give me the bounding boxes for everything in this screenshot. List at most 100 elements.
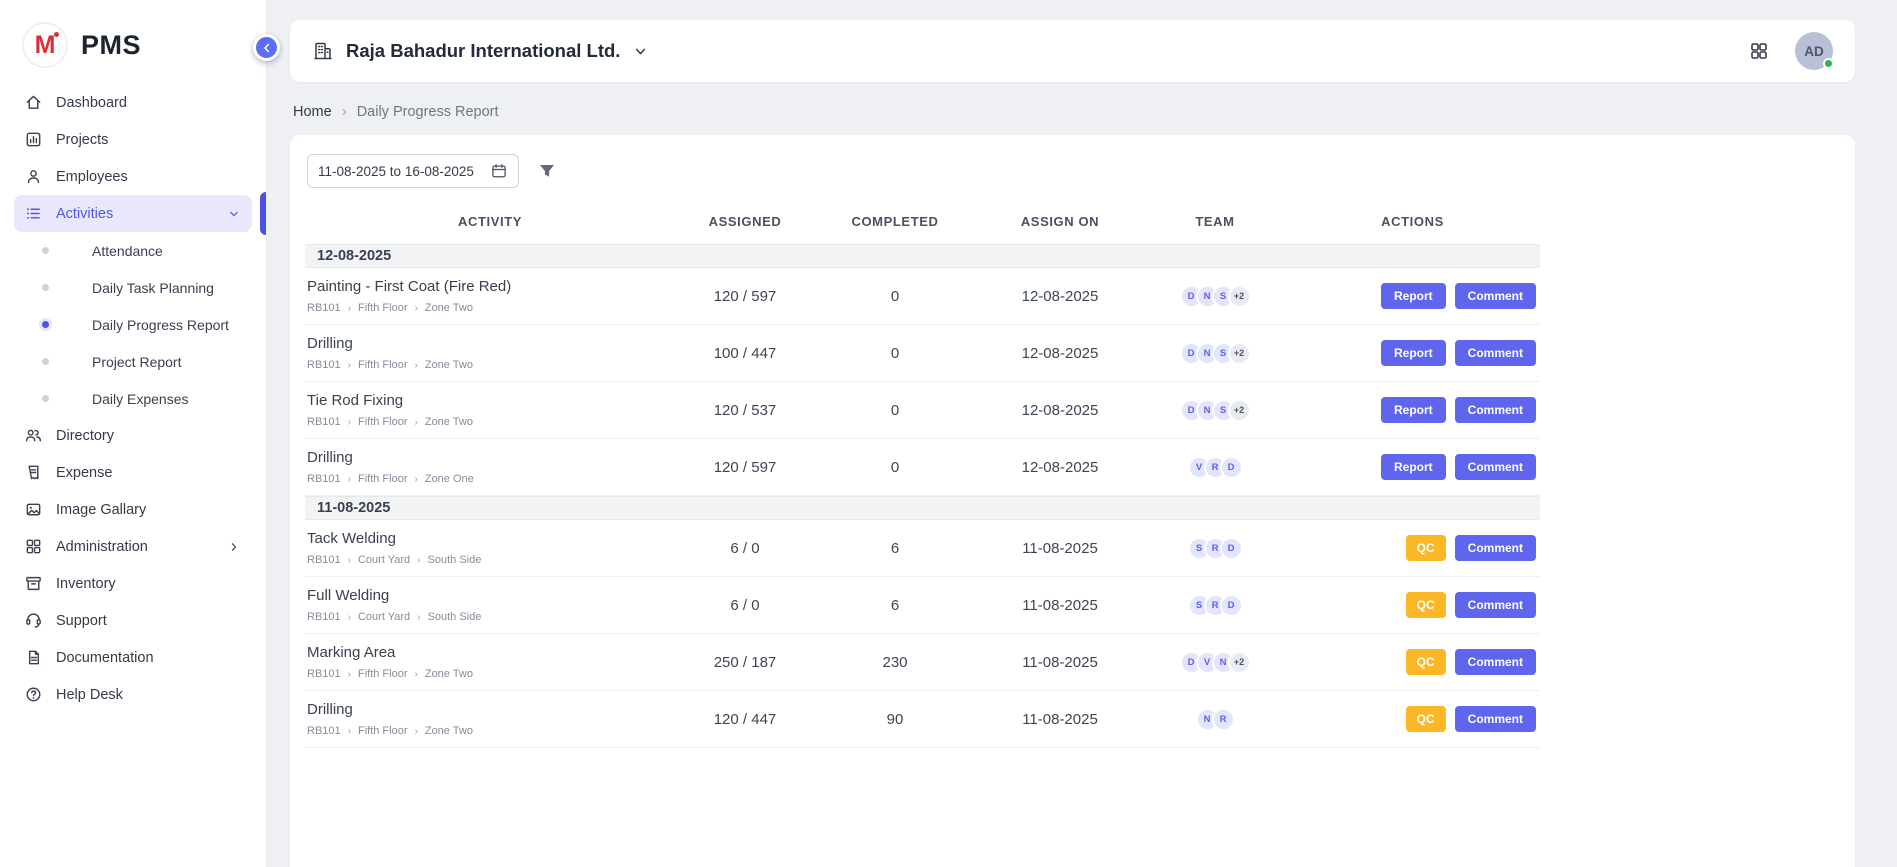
chevron-left-icon xyxy=(260,41,274,55)
path-segment: RB101 xyxy=(307,554,341,566)
sidebar-item-image-gallery[interactable]: Image Gallary xyxy=(14,491,252,528)
app-name: PMS xyxy=(81,30,141,61)
sidebar-item-support[interactable]: Support xyxy=(14,602,252,639)
comment-button[interactable]: Comment xyxy=(1455,454,1536,480)
grid-icon xyxy=(24,537,43,556)
activity-path: RB101›Fifth Floor›Zone Two xyxy=(307,359,669,371)
comment-button[interactable]: Comment xyxy=(1455,283,1536,309)
avatar[interactable]: AD xyxy=(1795,32,1833,70)
sidebar-item-help-desk[interactable]: Help Desk xyxy=(14,676,252,713)
chevron-right-icon: › xyxy=(415,474,418,485)
sidebar-item-activities[interactable]: Activities xyxy=(14,195,252,232)
company-name: Raja Bahadur International Ltd. xyxy=(346,40,620,62)
sidebar-collapse-button[interactable] xyxy=(253,34,280,61)
table-header-row: ACTIVITYASSIGNEDCOMPLETEDASSIGN ONTEAMAC… xyxy=(305,198,1540,244)
sidebar-subitem-daily-expenses[interactable]: Daily Expenses xyxy=(14,380,252,417)
sidebar-subitem-project-report[interactable]: Project Report xyxy=(14,343,252,380)
directory-icon xyxy=(24,426,43,445)
assign-on-value: 11-08-2025 xyxy=(975,711,1145,728)
sidebar-item-label: Inventory xyxy=(56,576,242,592)
report-button[interactable]: Report xyxy=(1381,283,1446,309)
comment-button[interactable]: Comment xyxy=(1455,706,1536,732)
chevron-right-icon: › xyxy=(417,612,420,623)
actions-cell: QC Comment xyxy=(1285,592,1540,618)
comment-button[interactable]: Comment xyxy=(1455,649,1536,675)
report-button[interactable]: Report xyxy=(1381,454,1446,480)
report-button[interactable]: Report xyxy=(1381,397,1446,423)
sidebar-item-dashboard[interactable]: Dashboard xyxy=(14,84,252,121)
logo: M PMS xyxy=(0,0,266,84)
chevron-right-icon: › xyxy=(415,417,418,428)
team-cell: SRD xyxy=(1145,537,1285,560)
apps-grid-icon[interactable] xyxy=(1749,41,1769,61)
actions-cell: Report Comment xyxy=(1285,397,1540,423)
activity-row: Full Welding RB101›Court Yard›South Side… xyxy=(305,577,1540,634)
activity-cell: Painting - First Coat (Fire Red) RB101›F… xyxy=(305,270,675,322)
chevron-down-icon xyxy=(226,206,242,222)
team-overflow-badge: +2 xyxy=(1228,342,1251,365)
path-segment: Zone Two xyxy=(425,668,473,680)
date-range-picker[interactable] xyxy=(307,154,519,188)
qc-button[interactable]: QC xyxy=(1406,535,1446,561)
actions-cell: Report Comment xyxy=(1285,340,1540,366)
activity-cell: Tack Welding RB101›Court Yard›South Side xyxy=(305,522,675,574)
funnel-icon[interactable] xyxy=(537,161,557,181)
column-header-assigned: ASSIGNED xyxy=(675,214,815,229)
list-icon xyxy=(24,204,43,223)
activity-path: RB101›Fifth Floor›Zone Two xyxy=(307,416,669,428)
sidebar-item-label: Activities xyxy=(56,206,226,222)
assign-on-value: 11-08-2025 xyxy=(975,654,1145,671)
qc-button[interactable]: QC xyxy=(1406,706,1446,732)
activity-title: Tie Rod Fixing xyxy=(307,392,669,409)
activity-row: Painting - First Coat (Fire Red) RB101›F… xyxy=(305,268,1540,325)
sidebar-item-expense[interactable]: Expense xyxy=(14,454,252,491)
sidebar-subitem-label: Daily Progress Report xyxy=(92,317,229,333)
calendar-icon[interactable] xyxy=(490,162,508,180)
path-segment: South Side xyxy=(428,554,482,566)
sidebar-subitem-daily-task-planning[interactable]: Daily Task Planning xyxy=(14,269,252,306)
chevron-right-icon: › xyxy=(342,103,347,120)
path-segment: RB101 xyxy=(307,473,341,485)
activity-cell: Drilling RB101›Fifth Floor›Zone Two xyxy=(305,693,675,745)
bullet-dot-icon xyxy=(42,284,49,291)
sidebar-subitem-attendance[interactable]: Attendance xyxy=(14,232,252,269)
sidebar-item-documentation[interactable]: Documentation xyxy=(14,639,252,676)
logo-dot-icon xyxy=(54,32,59,37)
sidebar-item-label: Dashboard xyxy=(56,95,242,111)
breadcrumb-home[interactable]: Home xyxy=(293,104,332,120)
report-button[interactable]: Report xyxy=(1381,340,1446,366)
chevron-right-icon: › xyxy=(348,303,351,314)
comment-button[interactable]: Comment xyxy=(1455,535,1536,561)
sidebar-item-administration[interactable]: Administration xyxy=(14,528,252,565)
comment-button[interactable]: Comment xyxy=(1455,592,1536,618)
home-icon xyxy=(24,93,43,112)
sidebar-item-employees[interactable]: Employees xyxy=(14,158,252,195)
actions-cell: Report Comment xyxy=(1285,454,1540,480)
sidebar-item-label: Support xyxy=(56,613,242,629)
path-segment: Fifth Floor xyxy=(358,725,408,737)
doc-icon xyxy=(24,648,43,667)
sidebar-item-inventory[interactable]: Inventory xyxy=(14,565,252,602)
comment-button[interactable]: Comment xyxy=(1455,340,1536,366)
company-selector[interactable]: Raja Bahadur International Ltd. xyxy=(312,40,649,62)
path-segment: Court Yard xyxy=(358,554,410,566)
date-range-input[interactable] xyxy=(318,164,480,179)
sidebar-item-projects[interactable]: Projects xyxy=(14,121,252,158)
date-group-header: 11-08-2025 xyxy=(305,496,1540,520)
sidebar: M PMS Dashboard Projects Employees Activ… xyxy=(0,0,267,867)
chevron-right-icon: › xyxy=(348,555,351,566)
sidebar-item-directory[interactable]: Directory xyxy=(14,417,252,454)
assign-on-value: 11-08-2025 xyxy=(975,597,1145,614)
comment-button[interactable]: Comment xyxy=(1455,397,1536,423)
sidebar-subitem-label: Daily Task Planning xyxy=(92,280,214,296)
chevron-right-icon: › xyxy=(415,360,418,371)
activity-path: RB101›Fifth Floor›Zone Two xyxy=(307,668,669,680)
sidebar-item-label: Employees xyxy=(56,169,242,185)
column-header-activity: ACTIVITY xyxy=(305,214,675,229)
sidebar-nav: Dashboard Projects Employees Activities … xyxy=(0,84,266,713)
qc-button[interactable]: QC xyxy=(1406,592,1446,618)
column-header-actions: ACTIONS xyxy=(1285,214,1540,229)
qc-button[interactable]: QC xyxy=(1406,649,1446,675)
sidebar-subitem-daily-progress-report[interactable]: Daily Progress Report xyxy=(14,306,252,343)
activity-cell: Full Welding RB101›Court Yard›South Side xyxy=(305,579,675,631)
